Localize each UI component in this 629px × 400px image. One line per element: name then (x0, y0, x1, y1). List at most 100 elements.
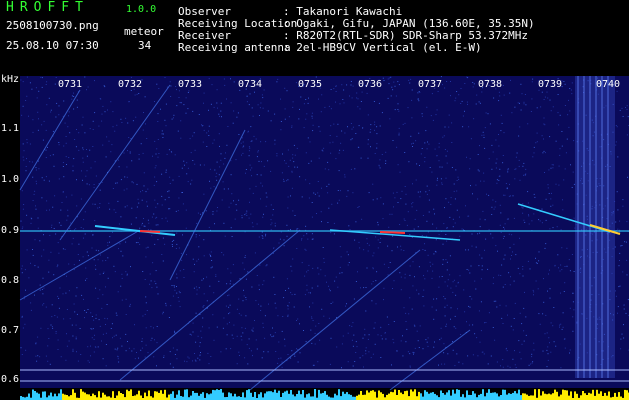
noise-dot (114, 130, 116, 132)
noise-dot (359, 108, 361, 110)
noise-dot (391, 250, 393, 252)
noise-dot (305, 341, 307, 343)
noise-dot (138, 357, 139, 359)
noise-dot (200, 352, 201, 353)
noise-dot (432, 270, 434, 272)
noise-dot (161, 204, 163, 206)
noise-dot (49, 363, 51, 365)
noise-dot (405, 203, 407, 205)
noise-dot (557, 94, 559, 95)
noise-dot (263, 213, 264, 215)
noise-dot (371, 300, 373, 302)
noise-dot (451, 142, 453, 143)
noise-dot (417, 191, 419, 193)
level-bar (150, 396, 152, 400)
noise-dot (189, 333, 191, 335)
noise-dot (617, 312, 618, 314)
noise-dot (341, 343, 343, 345)
noise-dot (245, 172, 246, 174)
noise-dot (200, 213, 202, 215)
noise-dot (267, 351, 269, 353)
noise-dot (626, 259, 628, 261)
noise-dot (239, 278, 241, 280)
noise-dot (246, 101, 248, 103)
noise-dot (170, 305, 172, 307)
noise-dot (411, 308, 413, 310)
noise-dot (618, 286, 620, 288)
noise-dot (469, 296, 471, 297)
noise-dot (527, 202, 529, 204)
noise-dot (57, 349, 59, 350)
noise-dot (307, 238, 309, 240)
y-tick-label: 1.1 (1, 123, 20, 134)
noise-dot (211, 266, 213, 268)
noise-dot (330, 108, 332, 110)
noise-dot (165, 169, 167, 171)
level-bar (358, 394, 360, 400)
noise-dot (428, 143, 430, 145)
noise-dot (505, 305, 507, 307)
noise-dot (413, 353, 414, 355)
noise-dot (453, 326, 455, 328)
noise-dot (197, 357, 199, 359)
noise-dot (616, 126, 618, 128)
level-bar (220, 389, 222, 400)
noise-dot (375, 236, 377, 238)
noise-dot (60, 224, 62, 226)
level-bar (228, 392, 230, 400)
noise-dot (472, 86, 474, 88)
noise-dot (219, 145, 220, 147)
level-bar (246, 390, 248, 400)
noise-dot (212, 314, 214, 316)
noise-dot (178, 247, 180, 249)
noise-dot (561, 247, 563, 249)
noise-dot (481, 257, 483, 259)
noise-dot (83, 237, 84, 239)
noise-dot (434, 341, 435, 343)
level-bar (576, 393, 578, 400)
noise-dot (544, 124, 546, 126)
noise-dot (177, 297, 179, 298)
noise-dot (504, 194, 506, 196)
noise-dot (157, 293, 159, 295)
noise-dot (516, 152, 518, 154)
noise-dot (447, 285, 449, 287)
noise-dot (262, 237, 264, 239)
noise-dot (68, 157, 70, 158)
level-bar (478, 394, 480, 400)
noise-dot (241, 215, 243, 217)
noise-dot (213, 339, 215, 341)
noise-dot (281, 172, 283, 174)
noise-dot (485, 238, 487, 240)
noise-dot (105, 365, 107, 367)
noise-dot (51, 224, 53, 226)
level-bar (402, 394, 404, 400)
noise-dot (25, 289, 26, 291)
noise-dot (84, 211, 86, 213)
noise-dot (496, 361, 498, 363)
noise-dot (329, 135, 331, 136)
y-tick-label: 0.9 (1, 225, 20, 236)
noise-dot (220, 351, 222, 353)
noise-dot (457, 176, 459, 178)
noise-dot (419, 92, 421, 93)
level-bar (394, 389, 396, 400)
noise-dot (446, 227, 448, 229)
noise-dot (422, 348, 424, 350)
noise-dot (135, 217, 137, 219)
noise-dot (424, 142, 426, 144)
noise-dot (215, 176, 217, 178)
noise-dot (141, 224, 143, 226)
noise-dot (351, 97, 353, 99)
noise-dot (365, 350, 367, 352)
noise-dot (432, 119, 434, 121)
noise-dot (134, 358, 136, 360)
noise-dot (172, 179, 174, 181)
noise-dot (26, 95, 28, 97)
noise-dot (23, 298, 25, 300)
noise-dot (236, 335, 238, 337)
noise-dot (518, 165, 520, 167)
noise-dot (571, 93, 573, 95)
noise-dot (381, 112, 383, 114)
noise-dot (480, 180, 482, 182)
